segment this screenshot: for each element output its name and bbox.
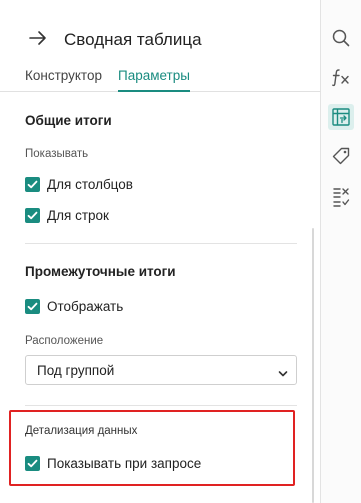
position-select[interactable]: Под группой <box>25 355 297 385</box>
checkbox-columns[interactable]: Для столбцов <box>25 175 133 193</box>
panel-title: Сводная таблица <box>64 30 202 49</box>
drilldown-label: Детализация данных <box>25 425 138 437</box>
checkbox-display[interactable]: Отображать <box>25 297 123 315</box>
divider <box>25 405 297 406</box>
checkbox-checked-icon <box>25 207 40 223</box>
highlight-box <box>9 410 295 486</box>
panel-header: Сводная таблица Конструктор Параметры <box>0 0 321 92</box>
settings-scroll-area: Общие итоги Показывать Для столбцов Для … <box>0 93 312 503</box>
tag-icon[interactable] <box>328 143 354 169</box>
checkbox-checked-icon <box>25 298 40 314</box>
checkbox-label: Отображать <box>47 298 124 314</box>
back-arrow-icon[interactable] <box>27 27 49 49</box>
tab-constructor[interactable]: Конструктор <box>25 68 102 92</box>
search-icon[interactable] <box>328 25 354 51</box>
panel-tabs: Конструктор Параметры <box>25 68 190 92</box>
checkbox-label: Для столбцов <box>47 176 133 192</box>
checkbox-label: Для строк <box>47 207 109 223</box>
chevron-down-icon <box>278 366 288 377</box>
divider <box>25 243 297 244</box>
scrollbar-thumb[interactable] <box>312 228 314 503</box>
position-label: Расположение <box>25 335 104 347</box>
checkbox-rows[interactable]: Для строк <box>25 206 109 224</box>
pivot-table-icon[interactable] <box>328 104 354 130</box>
checkbox-label: Показывать при запросе <box>47 455 202 471</box>
checkbox-checked-icon <box>25 176 40 192</box>
section-title-subtotals: Промежуточные итоги <box>25 264 176 279</box>
checkbox-checked-icon <box>25 455 40 471</box>
scrollbar[interactable] <box>312 93 315 503</box>
checkbox-show-on-request[interactable]: Показывать при запросе <box>25 454 201 472</box>
show-label: Показывать <box>25 148 89 160</box>
function-icon[interactable] <box>328 64 354 90</box>
right-toolbar <box>321 0 361 503</box>
checklist-icon[interactable] <box>328 184 354 210</box>
pivot-table-panel: Сводная таблица Конструктор Параметры Об… <box>0 0 321 503</box>
section-title-totals: Общие итоги <box>25 113 112 128</box>
position-select-value: Под группой <box>37 363 115 378</box>
tab-parameters[interactable]: Параметры <box>117 68 190 92</box>
